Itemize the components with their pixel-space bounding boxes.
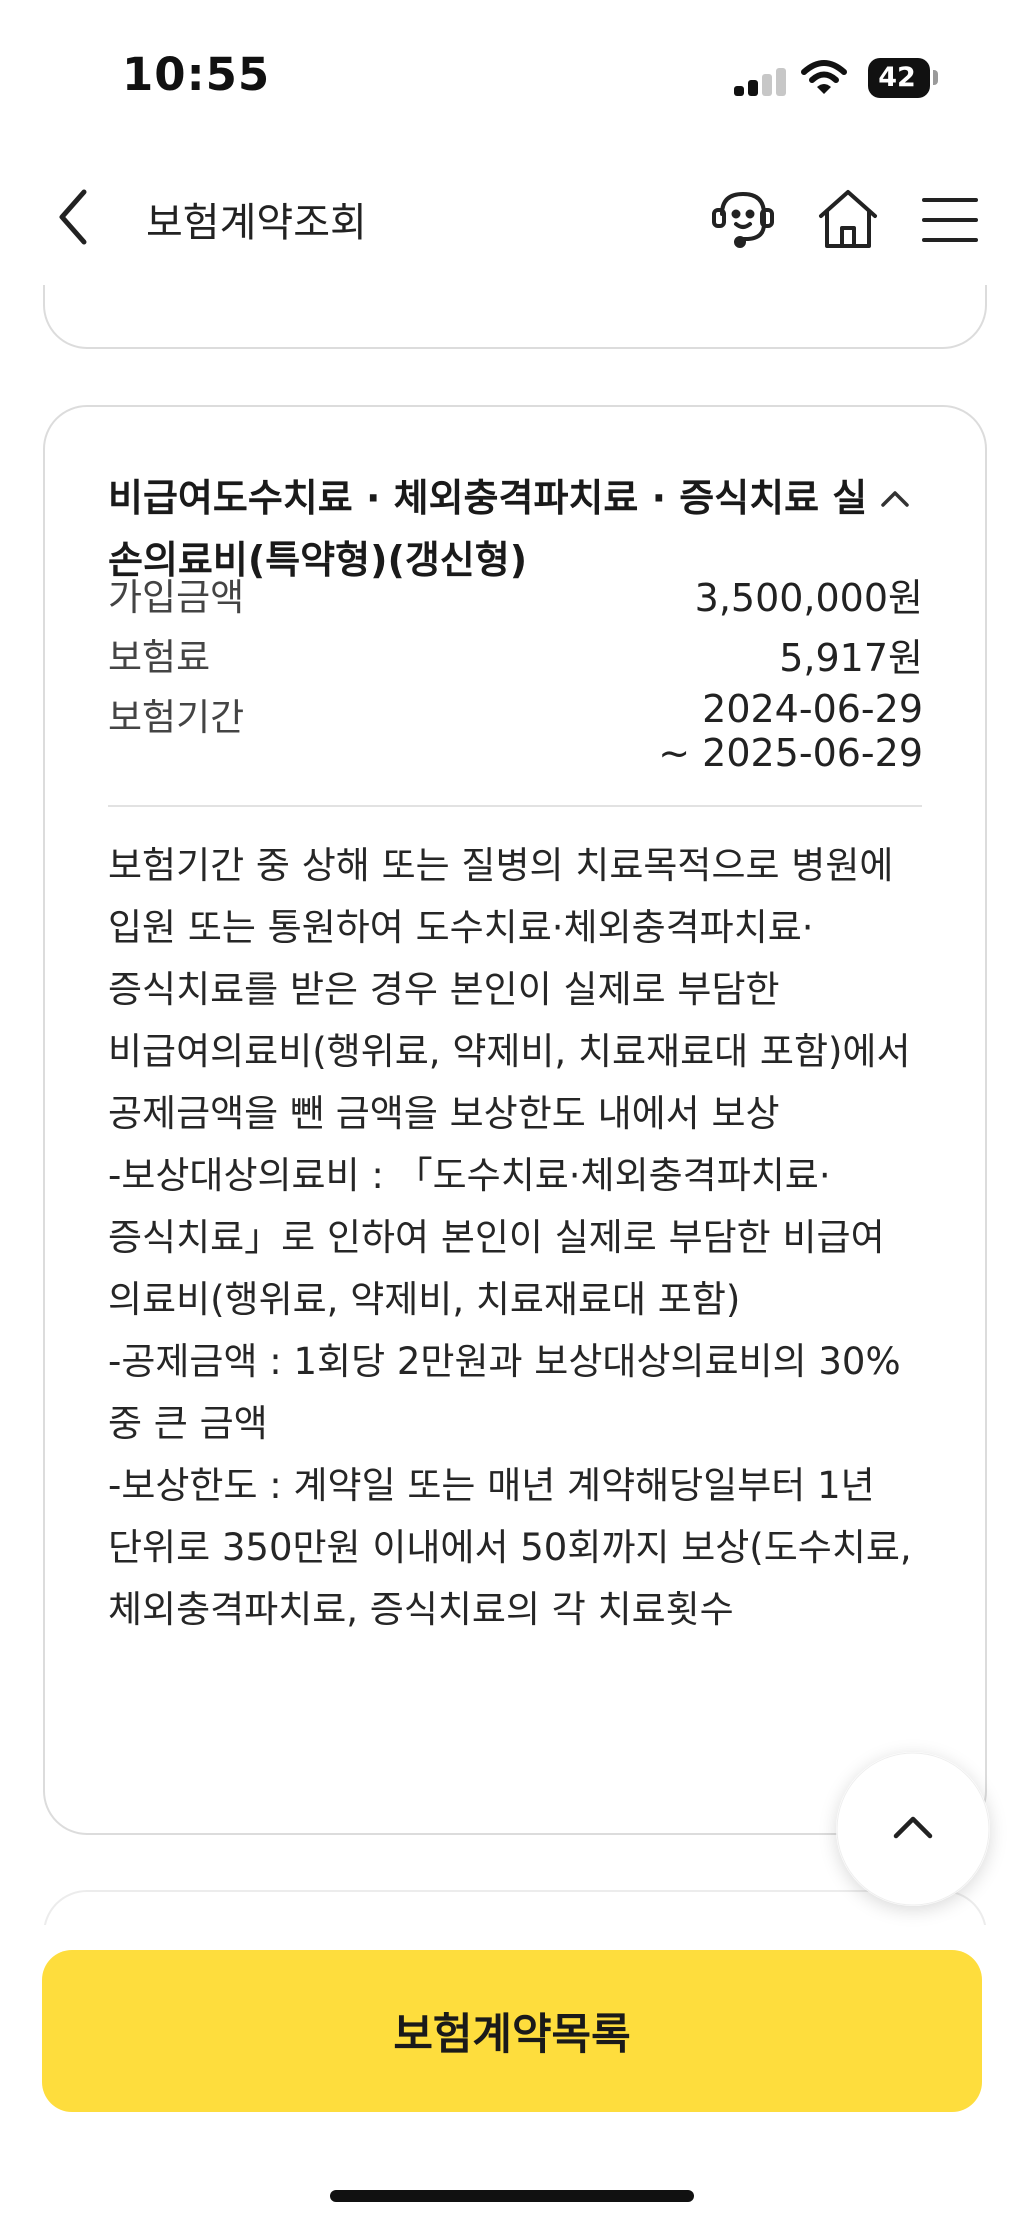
premium-label: 보험료 [108, 636, 211, 679]
scroll-to-top-button[interactable] [836, 1752, 990, 1906]
status-bar: 10:55 42 [0, 0, 1025, 140]
sum-insured-label: 가입금액 [108, 576, 245, 619]
next-coverage-card [43, 1890, 987, 1925]
chatbot-icon [712, 191, 774, 248]
app-header: 보험계약조회 [0, 160, 1025, 280]
contract-list-button[interactable]: 보험계약목록 [42, 1950, 982, 2112]
page-title: 보험계약조회 [146, 200, 367, 246]
coverage-description: 보험기간 중 상해 또는 질병의 치료목적으로 병원에 입원 또는 통원하여 도… [108, 844, 912, 1631]
collapse-button[interactable] [875, 479, 915, 519]
insurance-period-end: ~ 2025-06-29 [658, 731, 923, 775]
cellular-signal-icon [734, 68, 788, 96]
divider [108, 805, 922, 807]
home-indicator [330, 2190, 694, 2202]
premium-value: 5,917원 [779, 636, 923, 680]
home-button[interactable] [815, 184, 881, 254]
hamburger-menu-icon [922, 198, 978, 242]
battery-icon: 42 [868, 58, 930, 98]
previous-coverage-card [43, 285, 987, 349]
chevron-left-icon [59, 189, 87, 245]
sum-insured-value: 3,500,000원 [694, 576, 923, 620]
battery-level: 42 [878, 62, 916, 93]
back-button[interactable] [50, 182, 100, 252]
chatbot-button[interactable] [708, 184, 778, 254]
insurance-period-start: 2024-06-29 [702, 687, 923, 731]
coverage-card: 비급여도수치료 · 체외충격파치료 · 증식치료 실손의료비(특약형)(갱신형)… [43, 405, 987, 1835]
chevron-up-icon [881, 491, 909, 507]
wifi-icon [801, 60, 847, 94]
insurance-period-label: 보험기간 [108, 696, 245, 739]
status-time: 10:55 [122, 48, 271, 101]
battery-cap [933, 70, 938, 85]
menu-button[interactable] [920, 190, 980, 250]
scroll-content[interactable]: 비급여도수치료 · 체외충격파치료 · 증식치료 실손의료비(특약형)(갱신형)… [0, 285, 1025, 1925]
home-icon [819, 190, 877, 248]
